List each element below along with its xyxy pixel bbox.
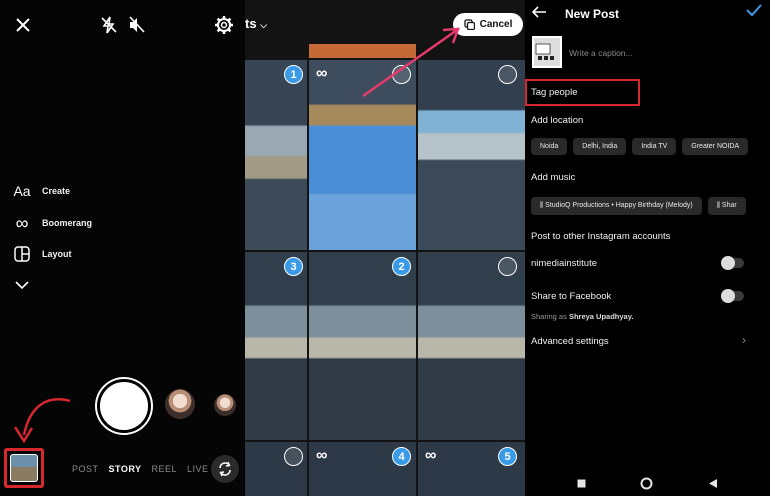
close-icon[interactable] [12,14,34,36]
gallery-folder-dropdown[interactable]: ts ⌵ [245,16,267,31]
music-chip[interactable]: ⫼ StudioQ Productions • Happy Birthday (… [531,197,702,215]
gallery-photo[interactable] [418,252,525,440]
camera-mode-selector: POST STORY REEL LIVE [72,464,209,474]
gallery-photo[interactable] [245,442,307,496]
layout-label: Layout [42,249,72,259]
gallery-photo[interactable]: 2 [309,252,416,440]
layout-option[interactable]: Layout [13,245,72,263]
back-arrow-icon[interactable] [531,5,547,19]
gallery-thumbnail-button[interactable] [4,448,44,488]
camera-panel: Aa Create ∞ Boomerang Layout POST STORY … [0,0,245,496]
gallery-photo[interactable]: 1 [245,60,307,250]
mode-story[interactable]: STORY [109,464,142,474]
location-chip[interactable]: Delhi, India [573,138,627,155]
back-triangle-icon[interactable] [708,478,718,489]
gallery-thumbnail-image [10,454,38,482]
infinity-icon: ∞ [15,212,29,233]
confirm-check-icon[interactable] [746,3,762,17]
recents-square-icon[interactable] [577,479,586,488]
create-option[interactable]: Aa Create [13,182,70,200]
cancel-label: Cancel [479,19,513,30]
mode-post[interactable]: POST [72,464,99,474]
selection-badge: 5 [498,447,517,466]
music-chip-label: Shar [721,202,737,209]
share-facebook-label: Share to Facebook [531,291,612,302]
mute-icon[interactable] [126,14,148,36]
chevron-down-icon [13,276,31,294]
layout-grid-icon [13,245,31,263]
home-circle-icon[interactable] [640,477,653,490]
chevron-down-icon: ⌵ [260,20,268,30]
more-options-chevron[interactable] [13,276,31,294]
selection-badge: 1 [284,65,303,84]
music-chip-label: StudioQ Productions • Happy Birthday (Me… [545,202,693,209]
selection-circle [498,257,517,276]
advanced-settings-option[interactable]: Advanced settings [531,336,609,347]
location-chip[interactable]: India TV [632,138,677,155]
add-location-option[interactable]: Add location [531,115,583,126]
selection-circle [498,65,517,84]
new-post-header: New Post [525,0,770,30]
boomerang-option[interactable]: ∞ Boomerang [13,212,93,233]
account-name: nimediainstitute [531,258,598,269]
boomerang-icon: ∞ [425,447,437,464]
facebook-toggle[interactable] [721,289,744,303]
effect-avatar-2[interactable] [214,394,236,416]
gallery-photo[interactable]: 3 [245,252,307,440]
android-nav-bar [525,470,770,496]
mode-live[interactable]: LIVE [187,464,209,474]
page-title: New Post [565,7,620,21]
pink-arrow-annotation [362,27,460,98]
music-suggestions: ⫼ StudioQ Productions • Happy Birthday (… [531,197,746,215]
new-post-panel: New Post Write a caption... Tag people A… [525,0,770,496]
location-suggestions: Noida Delhi, India India TV Greater NOID… [531,138,749,155]
add-music-option[interactable]: Add music [531,172,575,183]
capture-shutter-button[interactable] [100,382,148,430]
chevron-right-icon: › [742,333,746,347]
flip-camera-button[interactable] [211,455,239,483]
sharing-as-text: Sharing as Shreya Upadhyay. [531,312,633,321]
account-toggle[interactable] [721,256,744,270]
music-chip[interactable]: ⫼ Shar [707,197,746,215]
location-chip[interactable]: Noida [531,138,568,155]
post-to-other-accounts-heading: Post to other Instagram accounts [531,231,671,242]
settings-gear-icon[interactable] [213,14,235,36]
sharing-as-name: Shreya Upadhyay. [568,312,634,321]
boomerang-icon: ∞ [316,65,328,82]
gallery-video[interactable]: ∞ 4 [309,442,416,496]
boomerang-label: Boomerang [42,218,93,228]
flash-off-icon[interactable] [98,14,120,36]
post-preview-thumbnail [532,36,562,68]
selection-badge: 4 [392,447,411,466]
create-label: Create [42,186,71,196]
location-chip[interactable]: Greater NOIDA [682,138,749,155]
selection-badge: 2 [392,257,411,276]
gallery-video[interactable]: ∞ 5 [418,442,525,496]
red-arrow-annotation [13,398,71,444]
gallery-folder-label: ts [245,16,257,31]
effect-avatar-1[interactable] [165,389,195,419]
mode-reel[interactable]: REEL [152,464,178,474]
caption-input[interactable]: Write a caption... [569,48,633,58]
text-aa-icon: Aa [13,183,31,199]
tag-people-option[interactable]: Tag people [531,87,577,98]
flip-camera-icon [219,461,231,477]
gallery-panel: ts ⌵ Cancel 1 ∞ 3 2 ∞ 4 ∞ 5 [245,0,525,496]
selection-circle [284,447,303,466]
boomerang-icon: ∞ [316,447,328,464]
selection-badge: 3 [284,257,303,276]
sharing-as-prefix: Sharing as [531,312,567,321]
